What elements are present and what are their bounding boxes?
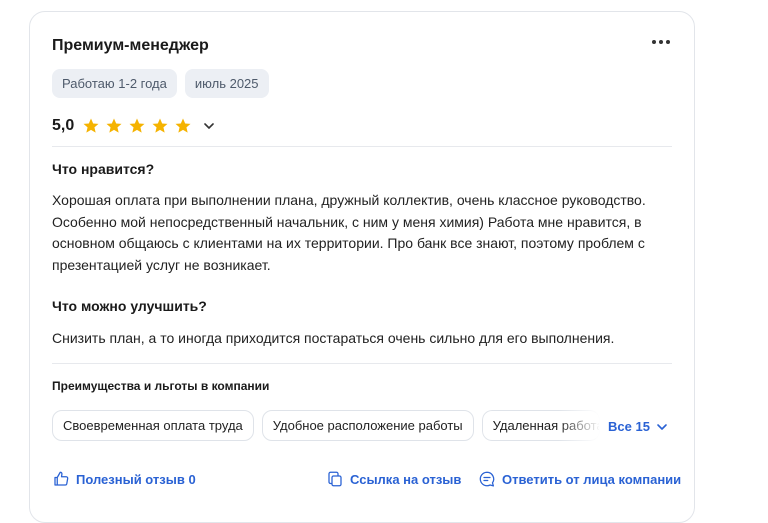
review-tags: Работаю 1-2 года июль 2025 (52, 69, 269, 98)
reply-label: Ответить от лица компании (502, 471, 682, 487)
benefit-chip[interactable]: Удаленная работа (481, 410, 600, 441)
thumbs-up-icon (54, 471, 69, 486)
tenure-tag: Работаю 1-2 года (52, 69, 177, 98)
copy-link-label: Ссылка на отзыв (350, 471, 462, 487)
review-title: Премиум-менеджер (52, 37, 209, 54)
star-icon (106, 118, 122, 133)
star-icon (152, 118, 168, 133)
more-icon[interactable] (652, 40, 670, 44)
chevron-down-icon (657, 423, 667, 430)
benefit-chip[interactable]: Удобное расположение работы (261, 410, 474, 441)
divider (52, 363, 672, 364)
review-card: Премиум-менеджер Работаю 1-2 года июль 2… (29, 11, 695, 523)
likes-text: Хорошая оплата при выполнении плана, дру… (52, 192, 646, 273)
rating: 5,0 (52, 117, 215, 135)
chevron-down-icon[interactable] (203, 120, 215, 132)
benefits-list: Своевременная оплата труда Удобное распо… (52, 410, 600, 441)
show-all-label: Все 15 (608, 419, 650, 434)
copy-link-icon (328, 471, 342, 487)
rating-value: 5,0 (52, 117, 75, 134)
improve-text: Снизить план, а то иногда приходится пос… (52, 330, 615, 346)
helpful-label: Полезный отзыв 0 (76, 471, 196, 487)
improve-heading: Что можно улучшить? (52, 298, 207, 314)
benefit-chip[interactable]: Своевременная оплата труда (52, 410, 254, 441)
star-icon (129, 118, 145, 133)
star-icon (175, 118, 191, 133)
reply-button[interactable]: Ответить от лица компании (478, 470, 681, 488)
copy-link-button[interactable]: Ссылка на отзыв (326, 470, 461, 488)
helpful-button[interactable]: Полезный отзыв 0 (52, 470, 196, 488)
likes-heading: Что нравится? (52, 161, 155, 177)
benefits-heading: Преимущества и льготы в компании (52, 379, 270, 393)
show-all-benefits-button[interactable]: Все 15 (608, 419, 668, 434)
divider (52, 146, 672, 147)
date-tag: июль 2025 (184, 69, 269, 98)
star-icon (83, 118, 99, 133)
reply-icon (479, 471, 495, 487)
